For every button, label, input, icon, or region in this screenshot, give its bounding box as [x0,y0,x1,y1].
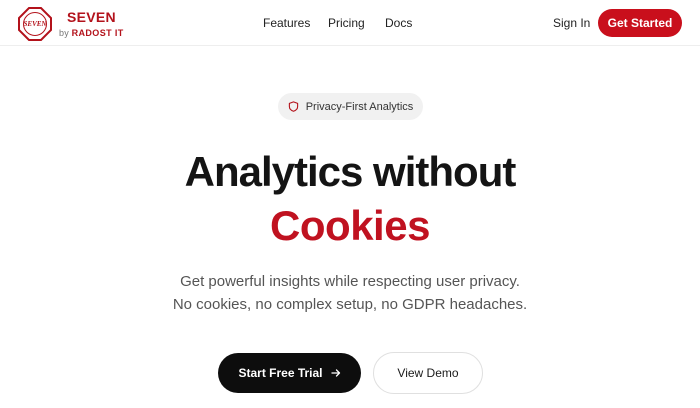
nav-link-docs[interactable]: Docs [385,16,412,30]
hero-subtitle-line2: No cookies, no complex setup, no GDPR he… [172,296,528,313]
sign-in-link[interactable]: Sign In [553,16,590,30]
nav-link-pricing[interactable]: Pricing [328,16,365,30]
shield-icon [288,101,298,112]
view-demo-button[interactable]: View Demo [373,352,483,394]
privacy-badge: Privacy-First Analytics [278,93,423,120]
hero-subtitle-line1: Get powerful insights while respecting u… [180,273,520,290]
start-free-trial-label: Start Free Trial [238,366,323,380]
logo-text: SEVEN [24,20,48,28]
brand-logo-icon[interactable]: SEVEN [18,7,52,41]
arrow-right-icon [330,369,340,377]
hero-headline-accent: Cookies [270,202,430,249]
brand-name: SEVEN [67,9,116,25]
brand-company: RADOST IT [71,28,124,38]
badge-label: Privacy-First Analytics [305,100,414,113]
get-started-button[interactable]: Get Started [598,9,682,37]
nav-link-features[interactable]: Features [263,16,310,30]
hero-headline: Analytics without [184,148,517,195]
start-free-trial-button[interactable]: Start Free Trial [218,353,361,393]
brand-byline: by RADOST IT [59,28,124,38]
brand-by-prefix: by [59,28,69,38]
navbar: SEVEN SEVEN by RADOST IT Features Pricin… [0,0,700,46]
